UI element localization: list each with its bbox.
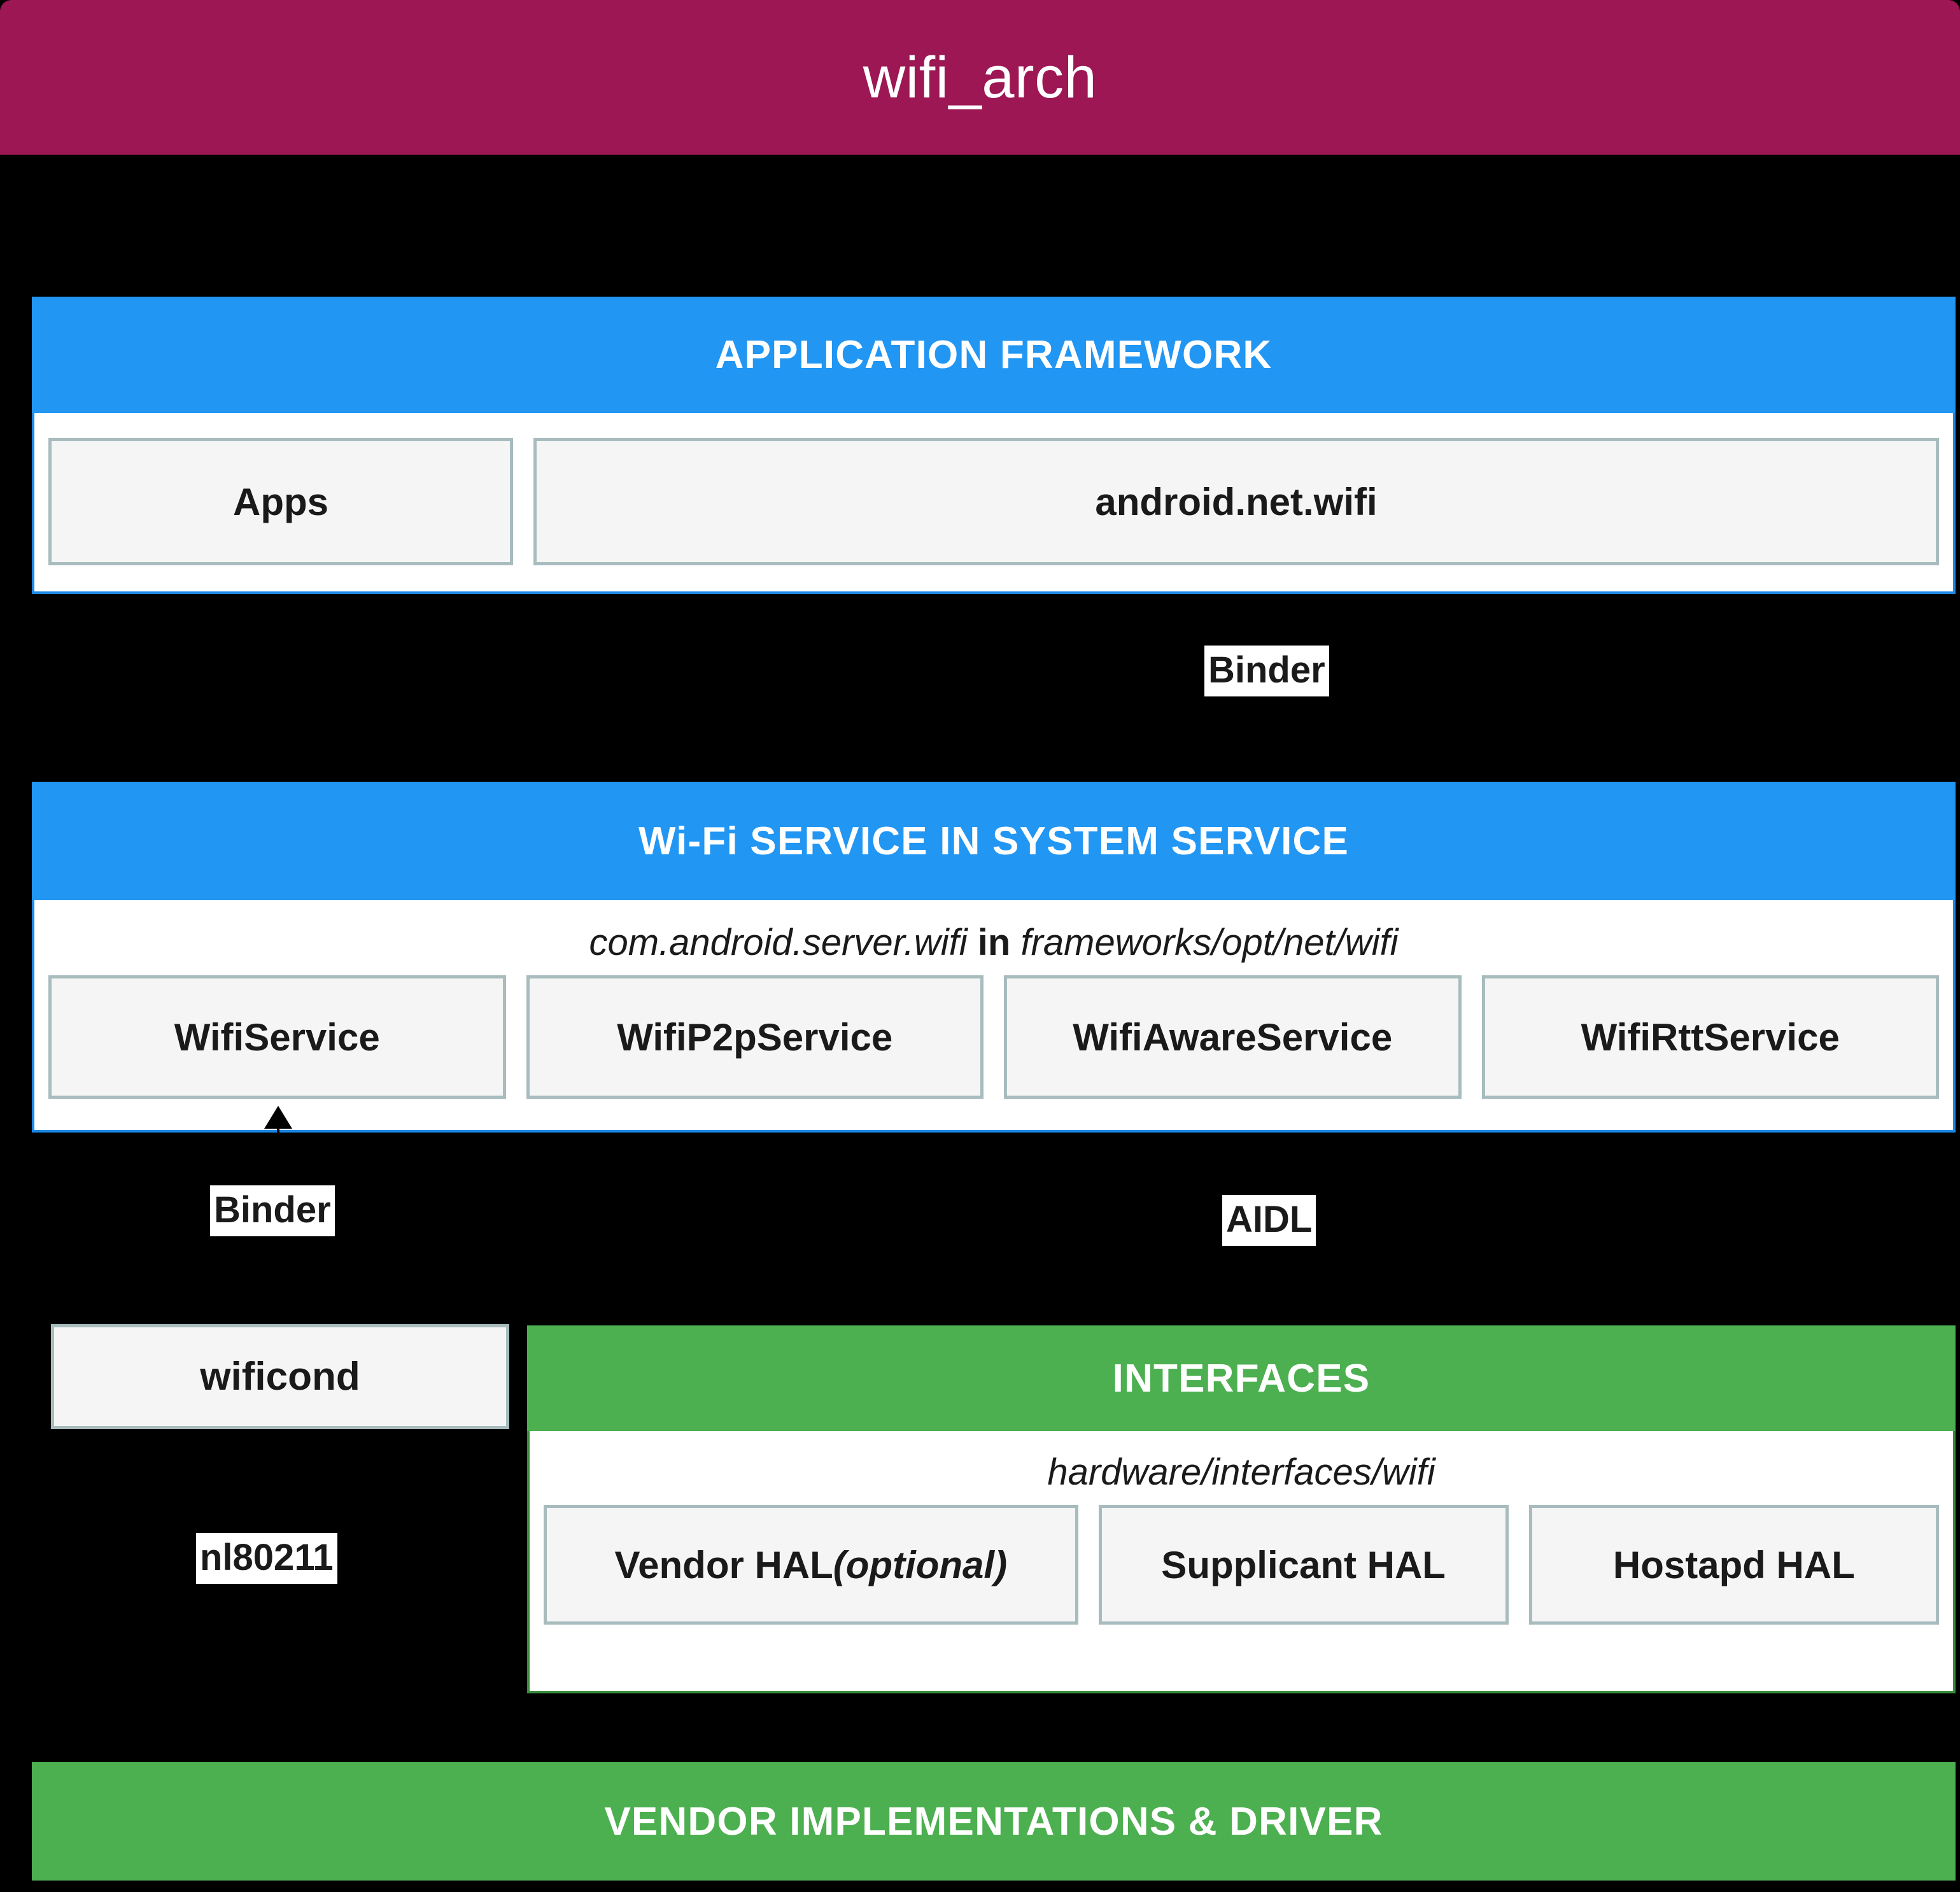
node-supplicant-hal[interactable]: Supplicant HAL: [1098, 1505, 1509, 1625]
section-interfaces: INTERFACES hardware/interfaces/wifi Vend…: [527, 1325, 1956, 1693]
wifi-service-body: com.android.server.wifi in frameworks/op…: [32, 900, 1956, 1133]
application-framework-header-band: APPLICATION FRAMEWORK: [32, 297, 1956, 413]
binder-wificond-label-text: Binder: [214, 1189, 331, 1231]
arrow-up-icon-wifiservice: [264, 1106, 292, 1129]
nl80211-label-text: nl80211: [200, 1537, 334, 1578]
wifi-service-title: Wi-Fi SERVICE IN SYSTEM SERVICE: [638, 819, 1350, 863]
section-application-framework: APPLICATION FRAMEWORK Apps android.net.w…: [32, 297, 1956, 594]
vendor-implementations-header-band: VENDOR IMPLEMENTATIONS & DRIVER: [32, 1762, 1956, 1881]
interfaces-node-row: Vendor HAL (optional) Supplicant HAL Hos…: [544, 1505, 1939, 1625]
connector-label-aidl: AIDL: [1222, 1195, 1316, 1246]
node-wifiawareservice-label: WifiAwareService: [1073, 1015, 1393, 1059]
wifi-service-node-row: WifiService WifiP2pService WifiAwareServ…: [48, 975, 1939, 1099]
connector-line-wificond-vendor: [277, 1429, 279, 1783]
node-hostapd-hal[interactable]: Hostapd HAL: [1528, 1505, 1939, 1625]
diagram-title-bar: wifi_arch: [0, 0, 1960, 155]
node-wifiservice[interactable]: WifiService: [48, 975, 506, 1099]
node-vendor-hal-optional-note: (optional): [833, 1543, 1008, 1586]
section-vendor-implementations: VENDOR IMPLEMENTATIONS & DRIVER: [32, 1762, 1956, 1881]
node-wifirttservice-label: WifiRttService: [1581, 1015, 1840, 1059]
node-apps-label: Apps: [233, 480, 328, 523]
wifi-service-header-band: Wi-Fi SERVICE IN SYSTEM SERVICE: [32, 782, 1956, 900]
page-title: wifi_arch: [863, 45, 1097, 110]
node-hostapd-hal-label: Hostapd HAL: [1612, 1543, 1855, 1586]
node-wifip2pservice-label: WifiP2pService: [617, 1015, 893, 1059]
node-wificond[interactable]: wificond: [51, 1324, 509, 1429]
connector-label-nl80211: nl80211: [196, 1533, 337, 1584]
wifi-service-source-path: frameworks/opt/net/wifi: [1020, 922, 1399, 963]
wifi-service-package: com.android.server.wifi: [589, 922, 968, 963]
node-wificond-label: wificond: [200, 1355, 360, 1399]
aidl-label-text: AIDL: [1226, 1199, 1313, 1240]
node-android-net-wifi[interactable]: android.net.wifi: [533, 438, 1939, 565]
node-wifirttservice[interactable]: WifiRttService: [1481, 975, 1939, 1099]
application-framework-body: Apps android.net.wifi: [32, 413, 1956, 594]
application-framework-node-row: Apps android.net.wifi: [48, 438, 1939, 565]
node-wifiawareservice[interactable]: WifiAwareService: [1004, 975, 1462, 1099]
node-supplicant-hal-label: Supplicant HAL: [1161, 1543, 1446, 1586]
interfaces-path-text: hardware/interfaces/wifi: [1047, 1451, 1435, 1493]
connector-label-binder-wificond: Binder: [210, 1185, 335, 1236]
diagram-canvas: wifi_arch APPLICATION FRAMEWORK Apps and…: [0, 0, 1960, 1892]
node-apps[interactable]: Apps: [48, 438, 513, 565]
wifi-service-package-path: com.android.server.wifi in frameworks/op…: [48, 924, 1939, 961]
interfaces-body: hardware/interfaces/wifi Vendor HAL (opt…: [527, 1431, 1956, 1693]
node-vendor-hal[interactable]: Vendor HAL (optional): [544, 1505, 1078, 1625]
node-android-net-wifi-label: android.net.wifi: [1095, 480, 1378, 523]
node-wifip2pservice[interactable]: WifiP2pService: [526, 975, 984, 1099]
binder-label-text: Binder: [1208, 649, 1325, 691]
node-vendor-hal-label: Vendor HAL: [614, 1543, 833, 1586]
interfaces-path: hardware/interfaces/wifi: [544, 1454, 1939, 1491]
node-wifiservice-label: WifiService: [174, 1015, 380, 1059]
application-framework-title: APPLICATION FRAMEWORK: [715, 333, 1273, 377]
wifi-service-path-joiner: in: [977, 922, 1011, 963]
section-wifi-service: Wi-Fi SERVICE IN SYSTEM SERVICE com.andr…: [32, 782, 1956, 1133]
interfaces-header-band: INTERFACES: [527, 1325, 1956, 1431]
connector-label-binder-framework: Binder: [1204, 646, 1329, 696]
vendor-implementations-title: VENDOR IMPLEMENTATIONS & DRIVER: [604, 1799, 1383, 1844]
interfaces-title: INTERFACES: [1112, 1356, 1371, 1401]
